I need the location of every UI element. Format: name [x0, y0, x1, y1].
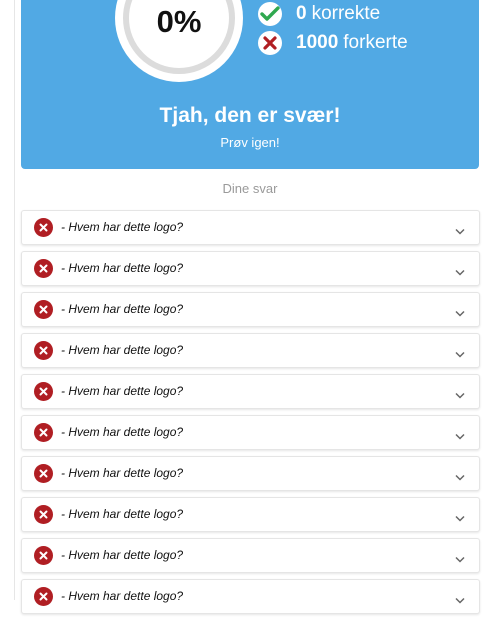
- score-ring: 0%: [115, 0, 243, 82]
- answer-question: - Hvem har dette logo?: [61, 220, 184, 234]
- x-icon: [34, 423, 53, 442]
- correct-label: korrekte: [311, 3, 381, 24]
- x-icon: [258, 31, 282, 55]
- answers-section-title: Dine svar: [222, 181, 278, 196]
- chevron-down-icon[interactable]: [455, 592, 465, 604]
- answer-item[interactable]: - Hvem har dette logo?: [21, 456, 480, 491]
- answer-question: - Hvem har dette logo?: [61, 548, 184, 562]
- answer-item[interactable]: - Hvem har dette logo?: [21, 538, 480, 573]
- wrong-stat: 1000 forkerte: [258, 31, 408, 55]
- chevron-down-icon[interactable]: [455, 305, 465, 317]
- chevron-down-icon[interactable]: [455, 510, 465, 522]
- x-icon: [34, 546, 53, 565]
- answer-question: - Hvem har dette logo?: [61, 507, 184, 521]
- correct-count: 0: [296, 3, 307, 24]
- answer-item[interactable]: - Hvem har dette logo?: [21, 374, 480, 409]
- answer-question: - Hvem har dette logo?: [61, 343, 184, 357]
- answer-question: - Hvem har dette logo?: [61, 261, 184, 275]
- answer-question: - Hvem har dette logo?: [61, 302, 184, 316]
- chevron-down-icon[interactable]: [455, 428, 465, 440]
- answer-list: - Hvem har dette logo? - Hvem har dette l…: [21, 210, 480, 620]
- answer-question: - Hvem har dette logo?: [61, 589, 184, 603]
- answer-item[interactable]: - Hvem har dette logo?: [21, 497, 480, 532]
- score-percentage: 0%: [156, 4, 202, 39]
- correct-stat: 0 korrekte: [258, 2, 380, 26]
- x-icon: [34, 587, 53, 606]
- answer-item[interactable]: - Hvem har dette logo?: [21, 251, 480, 286]
- chevron-down-icon[interactable]: [455, 469, 465, 481]
- x-icon: [34, 382, 53, 401]
- x-icon: [34, 218, 53, 237]
- answer-item[interactable]: - Hvem har dette logo?: [21, 579, 480, 614]
- answer-item[interactable]: - Hvem har dette logo?: [21, 333, 480, 368]
- result-card: 0% 0 korrekte 1000 forkerte Tjah, den er…: [21, 0, 479, 169]
- chevron-down-icon[interactable]: [455, 551, 465, 563]
- answer-question: - Hvem har dette logo?: [61, 425, 184, 439]
- chevron-down-icon[interactable]: [455, 223, 465, 235]
- answer-item[interactable]: - Hvem har dette logo?: [21, 292, 480, 327]
- answer-item[interactable]: - Hvem har dette logo?: [21, 415, 480, 450]
- wrong-count: 1000: [296, 32, 339, 53]
- answer-question: - Hvem har dette logo?: [61, 466, 184, 480]
- x-icon: [34, 505, 53, 524]
- x-icon: [34, 464, 53, 483]
- x-icon: [34, 300, 53, 319]
- page-divider: [14, 0, 15, 600]
- chevron-down-icon[interactable]: [455, 387, 465, 399]
- x-icon: [34, 341, 53, 360]
- wrong-label: forkerte: [343, 32, 408, 53]
- retry-link[interactable]: Prøv igen!: [21, 135, 479, 150]
- chevron-down-icon[interactable]: [455, 264, 465, 276]
- check-icon: [258, 2, 282, 26]
- answer-question: - Hvem har dette logo?: [61, 384, 184, 398]
- x-icon: [34, 259, 53, 278]
- answer-item[interactable]: - Hvem har dette logo?: [21, 210, 480, 245]
- result-headline: Tjah, den er svær!: [159, 104, 341, 127]
- chevron-down-icon[interactable]: [455, 346, 465, 358]
